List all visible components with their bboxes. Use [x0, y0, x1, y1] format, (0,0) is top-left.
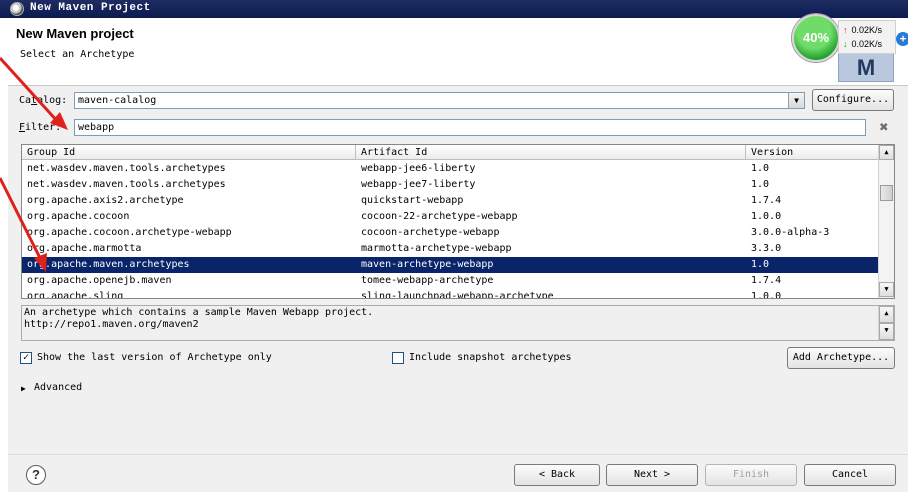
version-cell: 1.7.4 [751, 275, 782, 286]
usage-gauge[interactable]: 40% [792, 14, 840, 62]
group-id-cell: org.apache.openejb.maven [27, 275, 172, 286]
clear-icon[interactable]: ✖ [877, 120, 891, 135]
column-header-group-id[interactable]: Group Id [22, 145, 356, 160]
table-row[interactable]: net.wasdev.maven.tools.archetypes webapp… [22, 177, 879, 193]
version-cell: 1.0.0 [751, 211, 782, 222]
group-id-cell: org.apache.axis2.archetype [27, 195, 184, 206]
download-rate: 0.02K/s [851, 39, 883, 49]
include-snapshot-checkbox[interactable] [392, 352, 404, 364]
window-title: New Maven Project [30, 2, 151, 14]
description-url: http://repo1.maven.org/maven2 [24, 319, 199, 330]
wizard-subtitle: Select an Archetype [20, 49, 135, 60]
table-scrollbar[interactable]: ▲ ▼ [878, 145, 894, 298]
artifact-id-cell: cocoon-archetype-webapp [361, 227, 500, 238]
column-header-version[interactable]: Version [746, 145, 879, 160]
table-header: Group Id Artifact Id Version [22, 145, 879, 160]
cancel-button[interactable]: Cancel [804, 464, 896, 486]
expand-icon[interactable]: ▶ [21, 384, 26, 393]
table-row[interactable]: org.apache.cocoon.archetype-webapp cocoo… [22, 225, 879, 241]
plus-icon[interactable]: + [896, 32, 908, 46]
description-text: An archetype which contains a sample Mav… [24, 307, 374, 318]
back-button[interactable]: < Back [514, 464, 600, 486]
table-row[interactable]: org.apache.cocoon cocoon-22-archetype-we… [22, 209, 879, 225]
catalog-label: Catalog: [19, 95, 68, 106]
table-row[interactable]: org.apache.marmotta marmotta-archetype-w… [22, 241, 879, 257]
filter-value: webapp [78, 122, 115, 133]
scroll-down-icon[interactable]: ▼ [879, 282, 894, 297]
wizard-body: Catalog: maven-calalog ▼ Configure... Fi… [8, 86, 908, 492]
group-id-cell: org.apache.maven.archetypes [27, 259, 190, 270]
column-header-artifact-id[interactable]: Artifact Id [356, 145, 746, 160]
wizard-title: New Maven project [16, 26, 134, 41]
table-row-selected[interactable]: org.apache.maven.archetypes maven-archet… [22, 257, 879, 273]
eclipse-icon [10, 2, 24, 16]
version-cell: 1.0 [751, 259, 770, 270]
scroll-up-icon[interactable]: ▲ [879, 306, 894, 323]
filter-label: Filter: [19, 122, 62, 133]
artifact-id-cell: quickstart-webapp [361, 195, 464, 206]
version-cell: 1.0 [751, 179, 770, 190]
advanced-section-label[interactable]: Advanced [34, 382, 82, 393]
table-row[interactable]: org.apache.openejb.maven tomee-webapp-ar… [22, 273, 879, 289]
artifact-id-cell: maven-archetype-webapp [361, 259, 494, 270]
scroll-down-icon[interactable]: ▼ [879, 323, 894, 340]
help-icon[interactable]: ? [26, 465, 46, 485]
group-id-cell: org.apache.cocoon [27, 211, 130, 222]
next-button[interactable]: Next > [606, 464, 698, 486]
wizard-button-bar: ? < Back Next > Finish Cancel [8, 454, 908, 492]
archetype-description: An archetype which contains a sample Mav… [21, 305, 895, 341]
version-cell: 3.0.0-alpha-3 [751, 227, 830, 238]
version-cell: 1.7.4 [751, 195, 782, 206]
window-title-bar[interactable]: New Maven Project [0, 0, 908, 18]
show-last-version-label: Show the last version of Archetype only [37, 352, 272, 363]
group-id-cell: org.apache.marmotta [27, 243, 142, 254]
finish-button: Finish [705, 464, 797, 486]
artifact-id-cell: marmotta-archetype-webapp [361, 243, 512, 254]
chevron-down-icon[interactable]: ▼ [788, 93, 804, 108]
artifact-id-cell: tomee-webapp-archetype [361, 275, 494, 286]
down-arrow-icon: ↓ [843, 39, 848, 49]
catalog-select[interactable]: maven-calalog ▼ [74, 92, 805, 109]
group-id-cell: org.apache.cocoon.archetype-webapp [27, 227, 232, 238]
include-snapshot-label: Include snapshot archetypes [409, 352, 572, 363]
configure-button[interactable]: Configure... [812, 89, 894, 111]
catalog-value: maven-calalog [78, 95, 157, 106]
table-row[interactable]: org.apache.sling sling-launchpad-webapp-… [22, 289, 879, 299]
artifact-id-cell: cocoon-22-archetype-webapp [361, 211, 518, 222]
description-scrollbar[interactable]: ▲ ▼ [878, 306, 894, 340]
archetype-table[interactable]: Group Id Artifact Id Version net.wasdev.… [21, 144, 895, 299]
version-cell: 1.0.0 [751, 291, 782, 299]
group-id-cell: net.wasdev.maven.tools.archetypes [27, 163, 226, 174]
version-cell: 1.0 [751, 163, 770, 174]
artifact-id-cell: webapp-jee7-liberty [361, 179, 476, 190]
table-row[interactable]: org.apache.axis2.archetype quickstart-we… [22, 193, 879, 209]
version-cell: 3.3.0 [751, 243, 782, 254]
group-id-cell: org.apache.sling [27, 291, 124, 299]
up-arrow-icon: ↑ [843, 25, 848, 35]
table-row[interactable]: net.wasdev.maven.tools.archetypes webapp… [22, 161, 879, 177]
artifact-id-cell: sling-launchpad-webapp-archetype [361, 291, 554, 299]
group-id-cell: net.wasdev.maven.tools.archetypes [27, 179, 226, 190]
network-rates: ↑ 0.02K/s ↓ 0.02K/s [838, 20, 896, 54]
wizard-header: New Maven project Select an Archetype M [8, 18, 908, 86]
artifact-id-cell: webapp-jee6-liberty [361, 163, 476, 174]
add-archetype-button[interactable]: Add Archetype... [787, 347, 895, 369]
table-body: net.wasdev.maven.tools.archetypes webapp… [22, 161, 879, 299]
scroll-up-icon[interactable]: ▲ [879, 145, 894, 160]
scroll-thumb[interactable] [880, 185, 893, 201]
upload-rate: 0.02K/s [851, 25, 883, 35]
network-speed-widget[interactable]: 40% ↑ 0.02K/s ↓ 0.02K/s + [790, 12, 908, 62]
filter-input[interactable]: webapp [74, 119, 866, 136]
show-last-version-checkbox[interactable]: ✓ [20, 352, 32, 364]
